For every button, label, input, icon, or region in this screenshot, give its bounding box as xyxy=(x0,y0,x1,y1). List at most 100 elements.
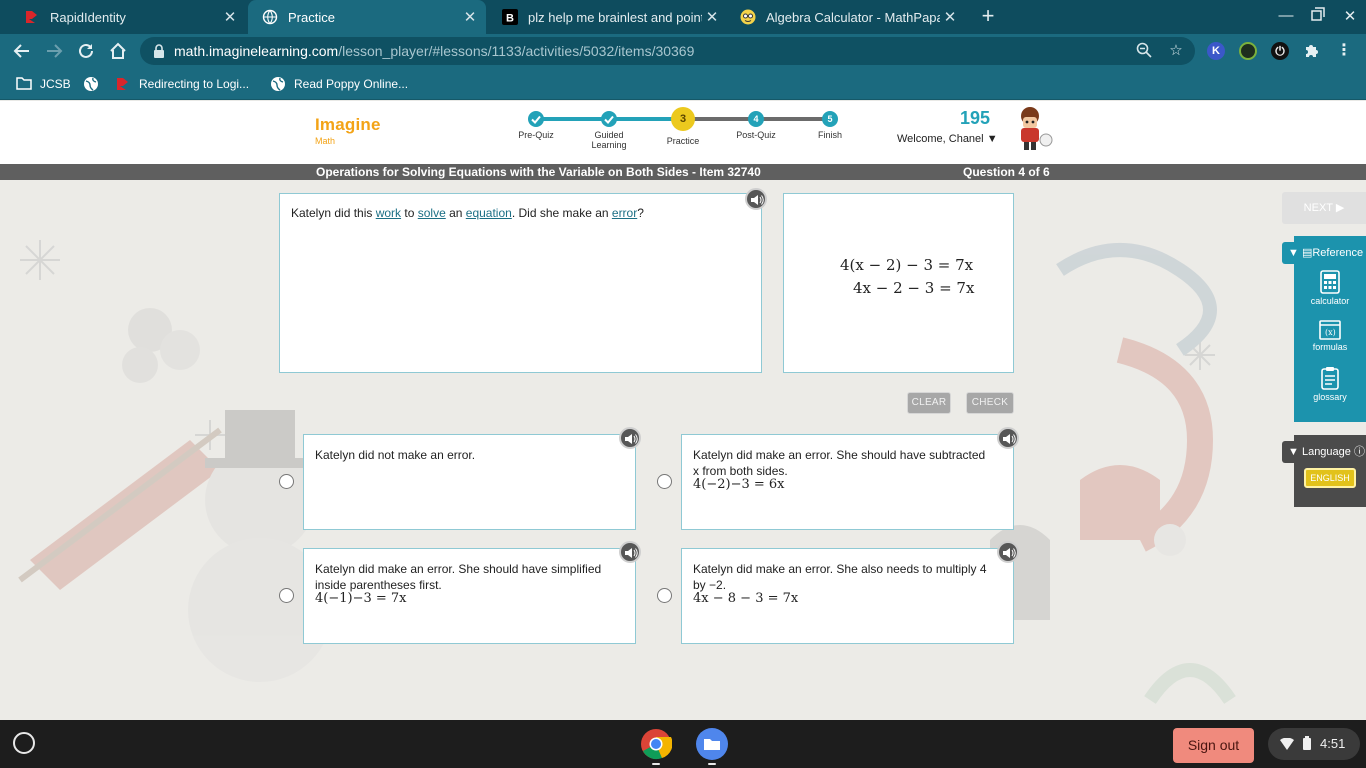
sign-out-button[interactable]: Sign out xyxy=(1173,728,1254,763)
puzzle-icon[interactable] xyxy=(1303,42,1321,60)
close-icon[interactable]: ✕ xyxy=(220,8,240,26)
step-label-post-quiz: Post-Quiz xyxy=(736,130,776,140)
calculator-icon xyxy=(1320,270,1340,294)
url-text: math.imaginelearning.com/lesson_player/#… xyxy=(174,43,695,59)
glossary-link-error[interactable]: error xyxy=(612,206,637,220)
restore-icon[interactable] xyxy=(1307,7,1329,25)
step-label-pre-quiz: Pre-Quiz xyxy=(518,130,554,140)
svg-text:B: B xyxy=(506,13,514,25)
choice-a-radio[interactable] xyxy=(279,474,294,489)
choice-b-radio[interactable] xyxy=(657,474,672,489)
power-icon[interactable]: ⏻ xyxy=(1271,42,1289,60)
battery-icon xyxy=(1303,736,1311,755)
svg-text:(x): (x) xyxy=(1325,328,1336,337)
lesson-title: Operations for Solving Equations with th… xyxy=(316,165,761,179)
clock: 4:51 xyxy=(1320,736,1346,751)
speaker-icon[interactable] xyxy=(619,541,641,563)
glossary-link-solve[interactable]: solve xyxy=(418,206,446,220)
rapididentity-icon xyxy=(115,76,131,92)
close-icon[interactable]: ✕ xyxy=(940,8,960,26)
glossary-tool[interactable]: glossary xyxy=(1294,366,1366,402)
speaker-icon[interactable] xyxy=(997,541,1019,563)
back-arrow-icon[interactable] xyxy=(10,39,34,63)
lock-icon xyxy=(152,43,168,59)
points-score: 195 xyxy=(960,108,991,128)
extension-k-icon[interactable]: K xyxy=(1207,42,1225,60)
globe-icon xyxy=(270,76,286,92)
answer-choice-c[interactable]: Katelyn did make an error. She should ha… xyxy=(303,548,636,644)
step-finish: 5 xyxy=(822,111,838,127)
answer-choice-b[interactable]: Katelyn did make an error. She should ha… xyxy=(681,434,1014,530)
running-indicator xyxy=(652,763,660,765)
bookmark-jcsb[interactable]: JCSB xyxy=(16,76,71,92)
avatar[interactable] xyxy=(1010,104,1054,152)
bookmark-redirecting[interactable]: Redirecting to Logi... xyxy=(115,76,249,92)
caret-down-icon: ▼ xyxy=(986,133,998,145)
bookmarks-bar: JCSB Redirecting to Logi... Read Poppy O… xyxy=(0,68,1366,100)
glossary-link-work[interactable]: work xyxy=(376,206,401,220)
close-window-icon[interactable]: ✕ xyxy=(1339,7,1361,25)
language-english-button[interactable]: ENGLISH xyxy=(1304,468,1356,488)
choice-d-radio[interactable] xyxy=(657,588,672,603)
question-prompt: Katelyn did this work to solve an equati… xyxy=(291,206,644,220)
reload-icon[interactable] xyxy=(74,39,98,63)
tab-rapididentity[interactable]: RapidIdentity ✕ xyxy=(10,0,246,34)
clipboard-icon xyxy=(1321,367,1339,390)
checkmark-icon xyxy=(531,115,541,124)
step-label-finish: Finish xyxy=(817,130,842,140)
forward-arrow-icon[interactable] xyxy=(42,39,66,63)
step-label-guided-learning: Guided Learning xyxy=(591,130,627,150)
question-prompt-panel: Katelyn did this work to solve an equati… xyxy=(279,193,762,373)
close-icon[interactable]: ✕ xyxy=(460,8,480,26)
reference-toggle[interactable]: ▼ ▤Reference xyxy=(1282,242,1366,264)
browser-toolbar: math.imaginelearning.com/lesson_player/#… xyxy=(0,34,1366,68)
activity-stage: Katelyn did this work to solve an equati… xyxy=(0,180,1366,720)
status-tray[interactable]: 4:51 xyxy=(1268,728,1360,760)
lesson-title-bar: Operations for Solving Equations with th… xyxy=(0,164,1366,180)
brainly-icon: B xyxy=(502,9,518,25)
calculator-tool[interactable]: calculator xyxy=(1294,270,1366,306)
language-toggle[interactable]: ▼ Language ⓘ xyxy=(1282,441,1366,463)
next-button[interactable]: NEXT ▶ xyxy=(1282,192,1366,224)
mathpapa-icon xyxy=(740,9,756,25)
globe-icon xyxy=(83,76,99,92)
rapididentity-icon xyxy=(24,9,40,25)
glossary-link-equation[interactable]: equation xyxy=(466,206,512,220)
new-tab-button[interactable]: + xyxy=(976,5,1000,29)
bookmark-read-poppy[interactable]: Read Poppy Online... xyxy=(270,76,408,92)
minimize-icon[interactable]: — xyxy=(1275,7,1297,24)
speaker-icon[interactable] xyxy=(745,188,767,210)
browser-tab-strip: RapidIdentity ✕ Practice ✕ B plz help me… xyxy=(0,0,1366,34)
close-icon[interactable]: ✕ xyxy=(702,8,722,26)
files-icon[interactable] xyxy=(696,728,728,760)
step-pre-quiz xyxy=(528,111,544,127)
work-line-1: 4(x − 2) − 3 = 7x xyxy=(840,256,974,274)
answer-choice-a[interactable]: Katelyn did not make an error. xyxy=(303,434,636,530)
extension-shield-icon[interactable] xyxy=(1239,42,1257,60)
zoom-icon[interactable] xyxy=(1134,42,1154,60)
choice-c-radio[interactable] xyxy=(279,588,294,603)
tab-brainly[interactable]: B plz help me brainlest and points ✕ xyxy=(488,0,728,34)
speaker-icon[interactable] xyxy=(997,427,1019,449)
globe-icon xyxy=(262,9,278,25)
launcher-icon[interactable] xyxy=(13,732,35,754)
app-header: Imagine Math Pre-Quiz Guided Learning 3 P… xyxy=(0,101,1366,164)
welcome-menu[interactable]: Welcome, Chanel ▼ xyxy=(897,133,998,145)
check-button[interactable]: CHECK xyxy=(966,392,1014,414)
formulas-tool[interactable]: (x) formulas xyxy=(1294,320,1366,352)
clear-button[interactable]: CLEAR xyxy=(907,392,951,414)
running-indicator xyxy=(708,763,716,765)
address-bar[interactable]: math.imaginelearning.com/lesson_player/#… xyxy=(140,37,1195,65)
tab-mathpapa[interactable]: Algebra Calculator - MathPapa ✕ xyxy=(726,0,966,34)
step-label-practice: Practice xyxy=(666,136,700,146)
step-guided-learning xyxy=(601,111,617,127)
chrome-icon[interactable] xyxy=(640,728,673,760)
speaker-icon[interactable] xyxy=(619,427,641,449)
home-icon[interactable] xyxy=(106,39,130,63)
star-icon[interactable]: ☆ xyxy=(1166,42,1186,60)
tab-practice[interactable]: Practice ✕ xyxy=(248,0,486,34)
menu-icon[interactable]: ⋮ xyxy=(1335,42,1353,60)
bookmark-globe[interactable] xyxy=(83,76,107,92)
reference-icon: ▤ xyxy=(1301,247,1313,259)
answer-choice-d[interactable]: Katelyn did make an error. She also need… xyxy=(681,548,1014,644)
